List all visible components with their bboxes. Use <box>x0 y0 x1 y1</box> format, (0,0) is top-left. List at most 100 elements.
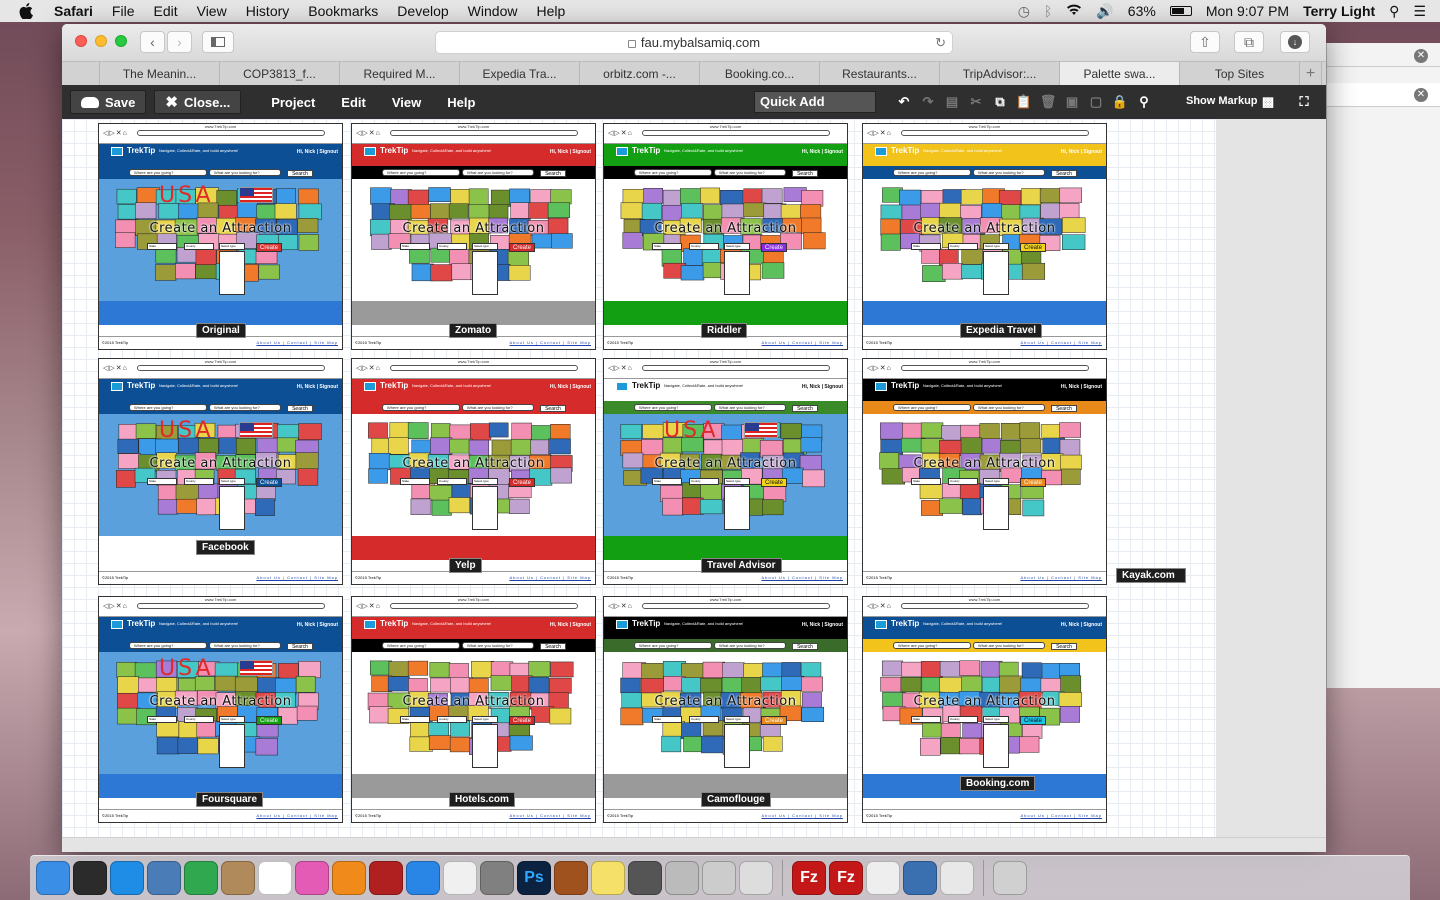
palette-label[interactable]: Booking.com <box>960 776 1036 791</box>
menu-app-name[interactable]: Safari <box>54 3 93 19</box>
show-markup-button[interactable]: Show Markup <box>1186 95 1258 107</box>
system-preferences-icon[interactable] <box>480 861 514 895</box>
mockup-frame[interactable]: ◁▷✕⌂ www.TrekTip.com TrekTip Navigate, Coll… <box>862 358 1107 585</box>
mockup-frame[interactable]: ◁▷✕⌂ www.TrekTip.com TrekTip Navigate, Coll… <box>98 123 343 350</box>
mockup-frame[interactable]: ◁▷✕⌂ www.TrekTip.com TrekTip Navigate, Coll… <box>603 123 848 350</box>
tab-0[interactable]: The Meanin... <box>100 62 220 85</box>
instruments-icon[interactable] <box>903 861 937 895</box>
tab-overview-button[interactable]: ⧉ <box>1234 31 1264 53</box>
menu-project[interactable]: Project <box>271 95 315 110</box>
tab-8-active[interactable]: Palette swa... <box>1060 62 1180 85</box>
close-icon[interactable]: ✕ <box>1414 49 1428 63</box>
palette-label[interactable]: Zomato <box>449 323 498 338</box>
downloads-button[interactable]: ↓ <box>1280 31 1310 53</box>
palette-label[interactable]: Facebook <box>196 540 255 555</box>
address-bar[interactable]: fau.mybalsamiq.com ↻ <box>435 31 953 54</box>
mockup-frame[interactable]: ◁▷✕⌂ www.TrekTip.com TrekTip Navigate, Coll… <box>603 358 848 585</box>
contacts-icon[interactable] <box>221 861 255 895</box>
quick-add-input[interactable]: Quick Add <box>754 91 876 113</box>
cut-icon[interactable]: ✂ <box>968 94 984 110</box>
printer-icon[interactable] <box>702 861 736 895</box>
app-store-icon[interactable] <box>110 861 144 895</box>
menu-bookmarks[interactable]: Bookmarks <box>308 3 378 19</box>
menu-help[interactable]: Help <box>536 3 565 19</box>
tab-1[interactable]: COP3813_f... <box>220 62 340 85</box>
palette-label[interactable]: Hotels.com <box>449 792 515 807</box>
screenshot-icon[interactable] <box>628 861 662 895</box>
tab-4[interactable]: orbitz.com -... <box>580 62 700 85</box>
send-back-icon[interactable]: ▢ <box>1088 94 1104 110</box>
menu-edit[interactable]: Edit <box>153 3 177 19</box>
user-name[interactable]: Terry Light <box>1303 3 1375 19</box>
tab-pinned[interactable] <box>62 62 100 85</box>
photo-booth-icon[interactable] <box>369 861 403 895</box>
lock-icon[interactable]: 🔒 <box>1112 94 1128 110</box>
menu-help-bq[interactable]: Help <box>447 95 475 110</box>
redo-icon[interactable]: ↷ <box>920 94 936 110</box>
undo-icon[interactable]: ↶ <box>896 94 912 110</box>
minimize-window-button[interactable] <box>95 35 107 47</box>
mockup-frame[interactable]: ◁▷✕⌂ www.TrekTip.com TrekTip Navigate, Coll… <box>862 123 1107 350</box>
clear-icon[interactable]: ✕ <box>1414 88 1428 102</box>
wifi-icon[interactable] <box>1066 3 1082 19</box>
fullscreen-icon[interactable]: ⛶ <box>1296 94 1312 110</box>
horizontal-scrollbar[interactable] <box>62 837 1326 852</box>
sidebar-button[interactable] <box>202 31 234 53</box>
forward-button[interactable]: › <box>167 31 192 53</box>
calendar-icon[interactable] <box>258 861 292 895</box>
paste-icon[interactable]: 📋 <box>1016 94 1032 110</box>
menu-view-bq[interactable]: View <box>392 95 421 110</box>
tab-2[interactable]: Required M... <box>340 62 460 85</box>
close-window-button[interactable] <box>75 35 87 47</box>
clock[interactable]: Mon 9:07 PM <box>1206 3 1289 19</box>
mockup-frame[interactable]: ◁▷✕⌂ www.TrekTip.com TrekTip Navigate, Coll… <box>603 596 848 823</box>
spotlight-icon[interactable]: ⚲ <box>1389 3 1399 20</box>
ibooks-icon[interactable] <box>332 861 366 895</box>
palette-label[interactable]: Travel Advisor <box>701 558 782 573</box>
photoshop-icon[interactable]: Ps <box>517 861 551 895</box>
reload-icon[interactable]: ↻ <box>935 35 946 51</box>
palette-label[interactable]: Camoflouge <box>701 792 771 807</box>
menu-window[interactable]: Window <box>468 3 518 19</box>
menu-file[interactable]: File <box>112 3 135 19</box>
safari-icon[interactable] <box>406 861 440 895</box>
filezilla-2-icon[interactable]: Fz <box>829 861 863 895</box>
tab-6[interactable]: Restaurants... <box>820 62 940 85</box>
menu-develop[interactable]: Develop <box>397 3 448 19</box>
time-machine-icon[interactable]: ◷ <box>1018 3 1030 20</box>
help-icon[interactable] <box>739 861 773 895</box>
stickies-icon[interactable] <box>591 861 625 895</box>
mockup-frame[interactable]: ◁▷✕⌂ www.TrekTip.com TrekTip Navigate, Coll… <box>351 596 596 823</box>
acrobat-icon[interactable] <box>940 861 974 895</box>
delete-icon[interactable]: 🗑 <box>1040 94 1057 110</box>
tab-7[interactable]: TripAdvisor:... <box>940 62 1060 85</box>
new-tab-button[interactable]: + <box>1300 62 1322 85</box>
textedit-icon[interactable] <box>866 861 900 895</box>
menu-edit-bq[interactable]: Edit <box>341 95 366 110</box>
palette-label[interactable]: Foursquare <box>196 792 264 807</box>
volume-icon[interactable]: 🔊 <box>1096 3 1113 20</box>
bring-front-icon[interactable]: ▣ <box>1064 94 1080 110</box>
bluetooth-icon[interactable]: ᛒ <box>1044 3 1052 19</box>
trash-icon[interactable] <box>993 861 1027 895</box>
palette-label[interactable]: Riddler <box>701 323 748 338</box>
tab-5[interactable]: Booking.co... <box>700 62 820 85</box>
facetime-icon[interactable] <box>184 861 218 895</box>
share-button[interactable]: ⇧ <box>1190 31 1220 53</box>
save-button[interactable]: Save <box>70 90 147 114</box>
menu-history[interactable]: History <box>246 3 290 19</box>
battery-percent[interactable]: 63% <box>1128 3 1156 19</box>
finder-icon[interactable] <box>36 861 70 895</box>
apple-icon[interactable] <box>16 2 36 20</box>
close-button[interactable]: ✖ Close... <box>154 90 242 114</box>
itunes-icon[interactable] <box>295 861 329 895</box>
copy-icon[interactable]: ⧉ <box>992 94 1008 110</box>
group-icon[interactable]: ▤ <box>944 94 960 110</box>
filezilla-icon[interactable]: Fz <box>792 861 826 895</box>
palette-label[interactable]: Yelp <box>449 558 482 573</box>
dvd-player-icon[interactable] <box>554 861 588 895</box>
menu-view[interactable]: View <box>197 3 227 19</box>
mockup-canvas[interactable]: ◁▷✕⌂ www.TrekTip.com TrekTip Navigate, Coll… <box>62 119 1216 837</box>
mockup-frame[interactable]: ◁▷✕⌂ www.TrekTip.com TrekTip Navigate, Coll… <box>351 358 596 585</box>
tab-9[interactable]: Top Sites <box>1180 62 1300 85</box>
